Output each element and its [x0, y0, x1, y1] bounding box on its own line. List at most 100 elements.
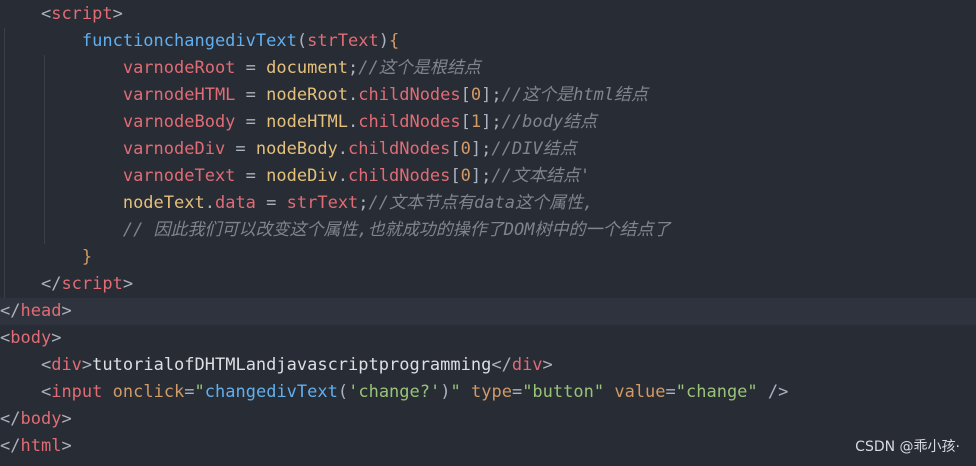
code-token: >: [51, 328, 62, 348]
code-token: </: [40, 274, 62, 294]
code-token: nodeText: [122, 193, 205, 213]
code-token: =: [665, 382, 676, 402]
code-line: <script>: [0, 1, 976, 28]
code-token: script: [61, 274, 123, 294]
code-token: [: [460, 85, 471, 105]
code-token: tutorialofDHTMLandjavascriptprogramming: [92, 355, 492, 375]
code-token: .: [337, 139, 349, 159]
code-token: (: [296, 31, 308, 51]
code-token: <: [40, 355, 52, 375]
code-line: varnodeRoot = document;//这个是根结点: [0, 55, 976, 82]
code-line: <div>tutorialofDHTMLandjavascriptprogram…: [0, 352, 976, 379]
code-token: 0: [460, 166, 471, 186]
code-token: childNodes: [348, 139, 451, 159]
code-token: ": [450, 382, 461, 402]
code-token: body: [10, 328, 52, 348]
code-token: ]: [481, 112, 492, 132]
code-token: childNodes: [348, 166, 451, 186]
code-token: [: [460, 112, 471, 132]
code-token: </: [491, 355, 512, 375]
indent-guide: [44, 55, 45, 244]
code-token: "button": [522, 382, 605, 402]
code-line: </html>: [0, 433, 976, 460]
code-token: ): [378, 31, 389, 51]
code-token: //这个是根结点: [358, 58, 481, 78]
code-token: =: [184, 382, 195, 402]
code-token: body: [20, 409, 62, 429]
code-token: nodeDiv: [266, 166, 338, 186]
code-token: />: [757, 382, 789, 402]
code-token: data: [214, 193, 256, 213]
csdn-watermark: CSDN @乖小孩·: [855, 439, 960, 455]
code-token: 0: [460, 139, 471, 159]
code-editor[interactable]: <script> functionchangedivText(strText){…: [0, 0, 976, 466]
code-token: {: [388, 31, 400, 51]
code-token: >: [542, 355, 553, 375]
code-line: </head>: [0, 298, 976, 325]
code-token: // 因此我们可以改变这个属性,也就成功的操作了DOM树中的一个结点了: [122, 220, 671, 240]
code-token: <: [0, 328, 11, 348]
code-token: //DIV结点: [491, 139, 577, 159]
code-token: >: [61, 436, 72, 456]
code-line: <input onclick="changedivText('change?')…: [0, 379, 976, 406]
code-token: value: [614, 382, 666, 402]
code-token: </: [0, 409, 21, 429]
code-token: strText: [307, 31, 379, 51]
code-token: childNodes: [358, 112, 461, 132]
code-token: "change": [675, 382, 758, 402]
code-token: >: [122, 274, 134, 294]
code-token: ]: [470, 139, 482, 159]
code-token: >: [81, 355, 93, 375]
code-token: head: [20, 301, 62, 321]
code-token: changedivText: [204, 382, 338, 402]
code-token: childNodes: [358, 85, 461, 105]
code-token: document: [266, 58, 349, 78]
code-token: ]: [481, 85, 492, 105]
code-token: </: [0, 436, 21, 456]
code-token: varnodeText: [122, 166, 236, 186]
code-token: type: [470, 382, 512, 402]
code-token: varnodeRoot: [122, 58, 236, 78]
code-token: functionchangedivText: [81, 31, 297, 51]
code-token: .: [348, 112, 359, 132]
code-token: }: [81, 247, 93, 267]
code-line: nodeText.data = strText;//文本节点有data这个属性,: [0, 190, 976, 217]
code-token: =: [235, 112, 267, 132]
code-token: 'change?': [348, 382, 441, 402]
code-token: nodeHTML: [266, 112, 349, 132]
code-token: strText: [286, 193, 359, 213]
code-token: .: [204, 193, 215, 213]
code-line: varnodeDiv = nodeBody.childNodes[0];//DI…: [0, 136, 976, 163]
code-token: ;: [491, 85, 502, 105]
code-token: nodeBody: [255, 139, 338, 159]
code-token: ": [194, 382, 205, 402]
code-token: >: [112, 4, 123, 24]
code-token: =: [235, 166, 267, 186]
code-token: varnodeBody: [122, 112, 236, 132]
code-token: input: [51, 382, 103, 402]
code-token: .: [337, 166, 349, 186]
code-token: ;: [481, 139, 492, 159]
code-token: <: [40, 4, 52, 24]
code-token: (: [337, 382, 349, 402]
code-line: <body>: [0, 325, 976, 352]
code-token: //文本节点有data这个属性,: [368, 193, 594, 213]
code-line: varnodeBody = nodeHTML.childNodes[1];//b…: [0, 109, 976, 136]
code-line: </body>: [0, 406, 976, 433]
code-line: }: [0, 244, 976, 271]
code-token: 0: [470, 85, 482, 105]
indent-guide: [4, 28, 5, 298]
code-token: ;: [481, 166, 492, 186]
code-token: //文本结点': [491, 166, 591, 186]
code-token: ]: [470, 166, 482, 186]
